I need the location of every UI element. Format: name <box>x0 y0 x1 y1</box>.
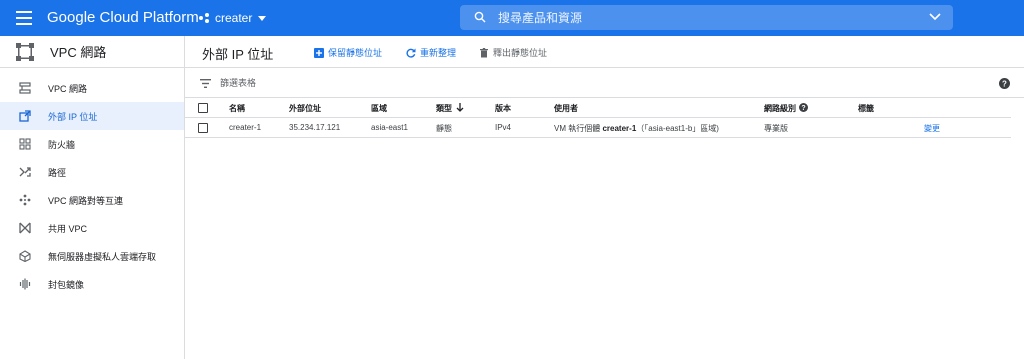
reserve-label: 保留靜態位址 <box>328 48 383 58</box>
top-bar: Google Cloud Platform creater <box>0 0 1024 36</box>
cell-version: IPv4 <box>495 123 512 132</box>
brand-title[interactable]: Google Cloud Platform <box>47 9 199 26</box>
add-box-icon <box>314 47 324 58</box>
ip-address-table: 名稱 外部位址 區域 類型 版本 使用者 網路級別? 標籤 creater-1 … <box>185 98 1011 138</box>
sidebar-item-routes[interactable]: 路徑 <box>0 158 184 186</box>
used-by-prefix: VM 執行個體 <box>554 124 601 133</box>
sidebar-item-external-ip[interactable]: 外部 IP 位址 <box>0 102 184 130</box>
header-used-by[interactable]: 使用者 <box>554 103 578 114</box>
header-version[interactable]: 版本 <box>495 103 511 114</box>
search-icon <box>474 11 486 23</box>
sidebar-item-label: 防火牆 <box>48 139 76 150</box>
search-input[interactable] <box>498 5 918 30</box>
refresh-label: 重新整理 <box>420 48 457 58</box>
release-static-address-button[interactable]: 釋出靜態位址 <box>479 46 547 59</box>
header-region[interactable]: 區域 <box>371 103 387 114</box>
sidebar-item-firewall[interactable]: 防火牆 <box>0 130 184 158</box>
sidebar-title: VPC 網路 <box>50 45 107 60</box>
refresh-icon <box>406 48 416 58</box>
help-icon[interactable]: ? <box>999 78 1010 89</box>
svg-text:?: ? <box>1002 79 1007 88</box>
sidebar-item-label: 封包鏡像 <box>48 279 85 290</box>
page-toolbar: 外部 IP 位址 保留靜態位址 重新整理 釋出靜態位址 <box>185 36 1024 68</box>
search-box[interactable] <box>460 5 953 30</box>
release-label: 釋出靜態位址 <box>493 48 548 58</box>
svg-text:?: ? <box>801 105 805 112</box>
chevron-down-icon[interactable] <box>929 12 941 22</box>
page-title: 外部 IP 位址 <box>202 47 274 62</box>
cell-type: 靜態 <box>436 124 452 133</box>
arrow-down-icon <box>456 103 464 112</box>
header-name[interactable]: 名稱 <box>229 103 245 114</box>
filter-icon[interactable] <box>200 79 211 88</box>
reserve-static-address-button[interactable]: 保留靜態位址 <box>314 46 382 59</box>
sidebar-item-vpc-networks[interactable]: VPC 網路 <box>0 74 184 102</box>
sidebar-item-label: 共用 VPC <box>48 223 88 234</box>
routes-icon <box>19 167 31 177</box>
menu-icon[interactable] <box>16 11 32 25</box>
header-network-tier: 網路級別 <box>764 104 796 113</box>
row-checkbox[interactable] <box>198 123 208 133</box>
packet-mirroring-icon <box>19 278 31 290</box>
filter-bar: ? <box>185 69 1024 98</box>
shared-vpc-icon <box>19 222 31 234</box>
table-header-row: 名稱 外部位址 區域 類型 版本 使用者 網路級別? 標籤 <box>185 98 1011 118</box>
header-network-tier-group[interactable]: 網路級別? <box>764 103 808 114</box>
sidebar-item-label: 無伺服器虛擬私人雲端存取 <box>48 251 157 262</box>
serverless-vpc-access-icon <box>19 250 31 262</box>
vpc-peering-icon <box>19 194 31 206</box>
project-name: creater <box>215 11 253 25</box>
cell-used-by: VM 執行個體 creater-1（「asia-east1-b」區域) <box>554 123 719 134</box>
header-type-sort[interactable]: 類型 <box>436 103 464 114</box>
sidebar-item-label: VPC 網路對等互連 <box>48 195 124 206</box>
sidebar-item-label: 路徑 <box>48 167 67 178</box>
select-all-checkbox[interactable] <box>198 103 208 113</box>
cell-name: creater-1 <box>229 123 262 132</box>
vpc-network-icon <box>19 82 31 94</box>
sidebar-item-packet-mirroring[interactable]: 封包鏡像 <box>0 270 184 298</box>
sidebar-item-serverless-vpc-access[interactable]: 無伺服器虛擬私人雲端存取 <box>0 242 184 270</box>
firewall-icon <box>19 138 31 150</box>
header-type: 類型 <box>436 104 452 113</box>
header-labels[interactable]: 標籤 <box>858 103 874 114</box>
sidebar-item-label: VPC 網路 <box>48 83 88 94</box>
help-icon[interactable]: ? <box>799 103 808 112</box>
header-external-address[interactable]: 外部位址 <box>289 103 321 114</box>
used-by-suffix: （「asia-east1-b」區域) <box>636 124 719 133</box>
sidebar-item-vpc-peering[interactable]: VPC 網路對等互連 <box>0 186 184 214</box>
project-picker[interactable]: creater <box>199 10 267 26</box>
project-dots-icon <box>199 13 209 23</box>
trash-icon <box>480 47 488 57</box>
caret-down-icon <box>258 15 267 21</box>
sidebar-header: VPC 網路 <box>0 36 184 68</box>
cell-external-address: 35.234.17.121 <box>289 123 341 132</box>
sidebar: VPC 網路 VPC 網路 外部 IP 位址 防火牆 路徑 VPC 網路對等互連… <box>0 36 185 359</box>
external-ip-icon <box>19 110 31 122</box>
sidebar-item-shared-vpc[interactable]: 共用 VPC <box>0 214 184 242</box>
filter-input[interactable] <box>220 75 520 91</box>
cell-network-tier: 專業版 <box>764 124 788 133</box>
table-row: creater-1 35.234.17.121 asia-east1 靜態 IP… <box>185 118 1011 138</box>
used-by-instance: creater-1 <box>602 124 637 133</box>
refresh-button[interactable]: 重新整理 <box>406 46 456 59</box>
cell-region: asia-east1 <box>371 123 408 132</box>
vpc-product-icon <box>16 42 34 61</box>
sidebar-item-label: 外部 IP 位址 <box>48 111 98 122</box>
change-tier-link[interactable]: 變更 <box>924 123 940 134</box>
